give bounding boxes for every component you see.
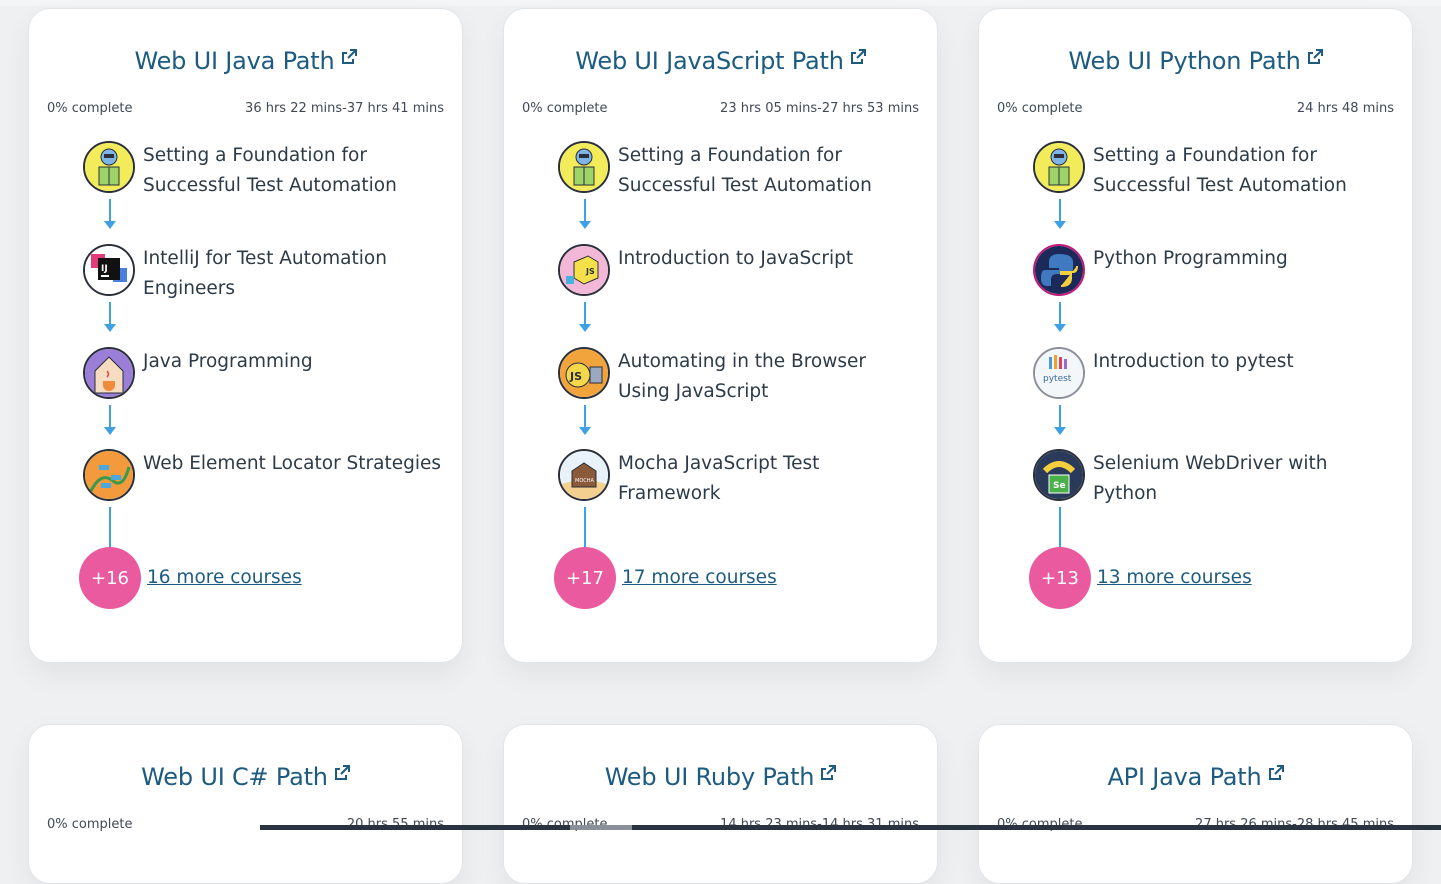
- more-courses-link[interactable]: 17 more courses: [622, 567, 777, 588]
- step-connector: [584, 199, 586, 223]
- step-connector: [109, 405, 111, 429]
- intellij-icon: IJ: [83, 244, 135, 296]
- path-title[interactable]: Web UI Java Path: [29, 47, 462, 75]
- step-connector: [584, 405, 586, 429]
- svg-text:pytest: pytest: [1043, 374, 1072, 384]
- python-icon: [1033, 244, 1085, 296]
- horizontal-scrollbar[interactable]: [260, 825, 1441, 830]
- step-connector: [584, 507, 586, 547]
- path-title[interactable]: Web UI Ruby Path: [504, 763, 937, 791]
- javascript-cube-icon: JS: [558, 244, 610, 296]
- path-card-web-ui-javascript[interactable]: Web UI JavaScript Path 0% complete 23 hr…: [503, 8, 938, 663]
- more-courses-link[interactable]: 16 more courses: [147, 567, 302, 588]
- robot-blocks-icon: [558, 141, 610, 193]
- scrollbar-thumb[interactable]: [570, 825, 632, 830]
- more-courses-badge[interactable]: +13: [1029, 547, 1091, 609]
- step-arrow: [579, 324, 591, 332]
- step-connector: [1059, 507, 1061, 547]
- svg-text:MOCHA: MOCHA: [575, 478, 595, 484]
- mocha-icon: MOCHA: [558, 449, 610, 501]
- progress-percent: 0% complete: [522, 101, 608, 116]
- step-connector: [584, 302, 586, 326]
- path-title-link[interactable]: Web UI Java Path: [134, 47, 334, 75]
- path-title-link[interactable]: Web UI Python Path: [1068, 47, 1300, 75]
- step-connector: [109, 507, 111, 547]
- step-connector: [109, 199, 111, 223]
- external-link-icon[interactable]: [341, 49, 357, 65]
- robot-blocks-icon: [83, 141, 135, 193]
- path-duration: 36 hrs 22 mins-37 hrs 41 mins: [245, 101, 444, 116]
- svg-text:Se: Se: [1053, 481, 1066, 491]
- course-title[interactable]: Introduction to JavaScript: [618, 244, 918, 274]
- path-title-link[interactable]: Web UI JavaScript Path: [575, 47, 844, 75]
- course-title[interactable]: Java Programming: [143, 347, 443, 377]
- external-link-icon[interactable]: [1307, 49, 1323, 65]
- path-card-web-ui-csharp[interactable]: Web UI C# Path 0% complete 20 hrs 55 min…: [28, 724, 463, 884]
- path-title-link[interactable]: API Java Path: [1107, 763, 1261, 791]
- path-title-link[interactable]: Web UI C# Path: [141, 763, 328, 791]
- step-arrow: [104, 221, 116, 229]
- step-connector: [1059, 302, 1061, 326]
- more-courses-badge[interactable]: +17: [554, 547, 616, 609]
- path-meta: 0% complete 36 hrs 22 mins-37 hrs 41 min…: [47, 101, 444, 119]
- java-icon: [83, 347, 135, 399]
- robot-blocks-icon: [1033, 141, 1085, 193]
- step-arrow: [579, 427, 591, 435]
- step-arrow: [1054, 221, 1066, 229]
- path-card-web-ui-java[interactable]: Web UI Java Path 0% complete 36 hrs 22 m…: [28, 8, 463, 663]
- locator-vines-icon: [83, 449, 135, 501]
- course-title[interactable]: Setting a Foundation for Successful Test…: [618, 141, 918, 201]
- more-courses-badge[interactable]: +16: [79, 547, 141, 609]
- path-title-link[interactable]: Web UI Ruby Path: [605, 763, 815, 791]
- external-link-icon[interactable]: [820, 765, 837, 781]
- path-title[interactable]: Web UI JavaScript Path: [504, 47, 937, 75]
- course-title[interactable]: Automating in the Browser Using JavaScri…: [618, 347, 918, 407]
- course-title[interactable]: Python Programming: [1093, 244, 1393, 274]
- course-title[interactable]: Mocha JavaScript Test Framework: [618, 449, 918, 509]
- external-link-icon[interactable]: [850, 49, 866, 65]
- step-arrow: [104, 427, 116, 435]
- svg-text:IJ: IJ: [101, 264, 108, 274]
- course-title[interactable]: Introduction to pytest: [1093, 347, 1393, 377]
- path-title[interactable]: Web UI Python Path: [979, 47, 1412, 75]
- progress-percent: 0% complete: [47, 101, 133, 116]
- step-arrow: [104, 324, 116, 332]
- course-title[interactable]: IntelliJ for Test Automation Engineers: [143, 244, 443, 304]
- svg-text:JS: JS: [569, 370, 582, 383]
- more-courses-link[interactable]: 13 more courses: [1097, 567, 1252, 588]
- step-connector: [109, 302, 111, 326]
- course-title[interactable]: Web Element Locator Strategies: [143, 449, 443, 479]
- path-duration: 24 hrs 48 mins: [1296, 101, 1394, 116]
- selenium-python-icon: Se: [1033, 449, 1085, 501]
- external-link-icon[interactable]: [1268, 765, 1284, 781]
- course-title[interactable]: Setting a Foundation for Successful Test…: [143, 141, 443, 201]
- svg-text:JS: JS: [585, 267, 595, 276]
- step-connector: [1059, 405, 1061, 429]
- path-meta: 0% complete 23 hrs 05 mins-27 hrs 53 min…: [522, 101, 919, 119]
- path-title[interactable]: Web UI C# Path: [29, 763, 462, 791]
- path-card-api-java[interactable]: API Java Path 0% complete 27 hrs 26 mins…: [978, 724, 1413, 884]
- step-arrow: [579, 221, 591, 229]
- course-title[interactable]: Selenium WebDriver with Python: [1093, 449, 1393, 509]
- step-connector: [1059, 199, 1061, 223]
- step-arrow: [1054, 324, 1066, 332]
- page-top-band: [0, 0, 1441, 6]
- step-arrow: [1054, 427, 1066, 435]
- progress-percent: 0% complete: [997, 101, 1083, 116]
- path-card-web-ui-ruby[interactable]: Web UI Ruby Path 0% complete 14 hrs 23 m…: [503, 724, 938, 884]
- js-browser-icon: JS: [558, 347, 610, 399]
- path-title[interactable]: API Java Path: [979, 763, 1412, 791]
- pytest-icon: pytest: [1033, 347, 1085, 399]
- external-link-icon[interactable]: [334, 765, 350, 781]
- path-duration: 23 hrs 05 mins-27 hrs 53 mins: [720, 101, 919, 116]
- path-meta: 0% complete 24 hrs 48 mins: [997, 101, 1394, 119]
- course-title[interactable]: Setting a Foundation for Successful Test…: [1093, 141, 1393, 201]
- path-card-web-ui-python[interactable]: Web UI Python Path 0% complete 24 hrs 48…: [978, 8, 1413, 663]
